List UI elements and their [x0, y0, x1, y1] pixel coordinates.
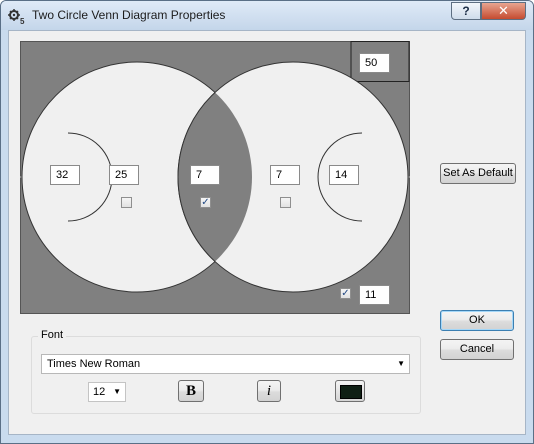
outside-value-field[interactable]: 50: [359, 53, 390, 73]
close-button[interactable]: ✕: [481, 2, 526, 20]
checkmark-icon: ✓: [341, 288, 350, 299]
help-icon: ?: [462, 4, 470, 18]
font-color-button[interactable]: [335, 380, 365, 402]
bottom-checkbox[interactable]: ✓: [340, 288, 351, 299]
intersection-value-field[interactable]: 7: [190, 165, 220, 185]
checkmark-icon: ✓: [201, 197, 210, 208]
ok-button[interactable]: OK: [440, 310, 514, 331]
window-title: Two Circle Venn Diagram Properties: [32, 8, 226, 22]
left-only-checkbox[interactable]: [121, 197, 132, 208]
bold-icon: B: [185, 383, 196, 399]
font-group-label: Font: [38, 329, 67, 341]
italic-button[interactable]: i: [257, 380, 281, 402]
right-outer-value-field[interactable]: 14: [329, 165, 359, 185]
left-outer-value-field[interactable]: 32: [50, 165, 80, 185]
bottom-value-field[interactable]: 11: [359, 285, 390, 305]
font-size-value: 12: [93, 386, 106, 398]
svg-text:5: 5: [20, 17, 25, 25]
dialog-body: 50 32 25 7 7 14 11 ✓ ✓ Set As Default OK…: [8, 30, 526, 435]
left-only-value-field[interactable]: 25: [109, 165, 139, 185]
right-only-checkbox[interactable]: [280, 197, 291, 208]
cancel-button[interactable]: Cancel: [440, 339, 514, 360]
set-as-default-button[interactable]: Set As Default: [440, 163, 516, 184]
font-size-dropdown[interactable]: 12 ▼: [88, 382, 126, 402]
help-button[interactable]: ?: [451, 2, 481, 20]
right-only-value-field[interactable]: 7: [270, 165, 300, 185]
intersection-checkbox[interactable]: ✓: [200, 197, 211, 208]
font-color-swatch: [340, 385, 362, 399]
font-family-dropdown[interactable]: Times New Roman ▼: [41, 354, 410, 374]
close-icon: ✕: [498, 3, 509, 18]
bold-button[interactable]: B: [178, 380, 204, 402]
chevron-down-icon: ▼: [397, 359, 405, 368]
font-family-value: Times New Roman: [47, 358, 141, 370]
dialog-window: 5 Two Circle Venn Diagram Properties ? ✕: [0, 0, 534, 444]
title-bar: 5 Two Circle Venn Diagram Properties ? ✕: [1, 1, 533, 30]
italic-icon: i: [266, 383, 272, 399]
venn-settings-icon: 5: [8, 9, 25, 25]
chevron-down-icon: ▼: [113, 387, 121, 396]
font-group-box: [31, 336, 421, 414]
